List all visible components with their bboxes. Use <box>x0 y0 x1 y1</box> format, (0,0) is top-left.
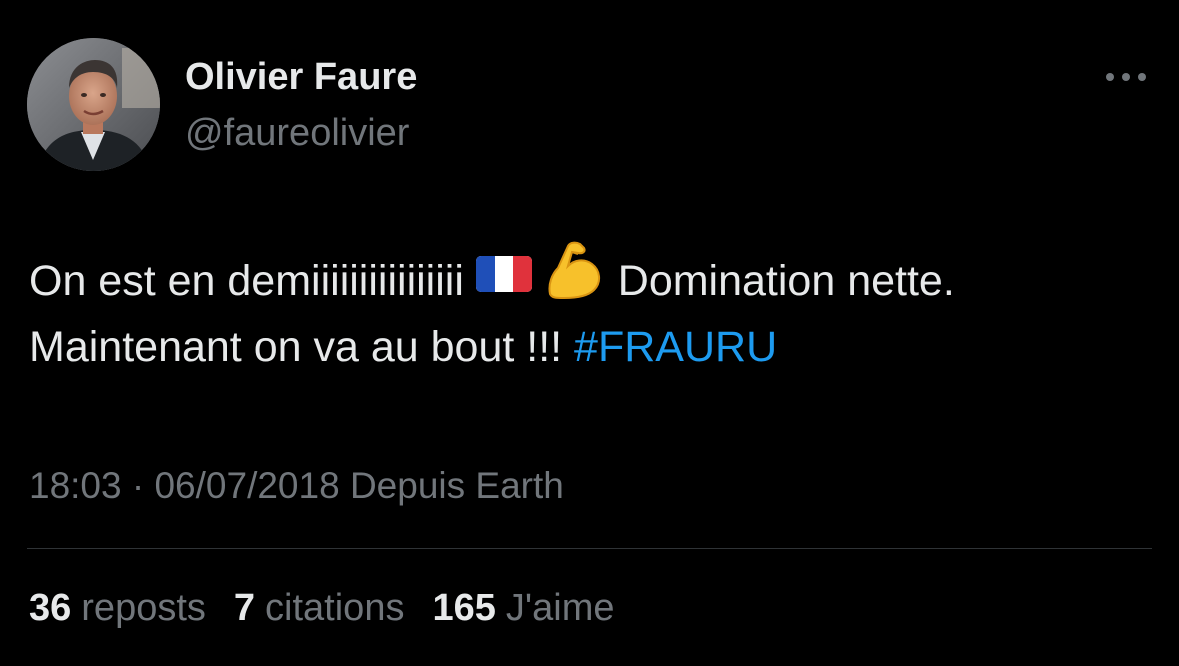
meta-separator: · <box>131 465 145 506</box>
reposts-count: 36 <box>29 587 72 629</box>
flexed-biceps-icon <box>544 238 606 321</box>
tweet-text-part-2: Domination nette. <box>617 256 955 305</box>
tweet-line-1: On est en demiiiiiiiiiiiiiiii Domination… <box>29 241 1159 315</box>
tweet-date[interactable]: 06/07/2018 <box>154 465 339 506</box>
author-handle[interactable]: @faureolivier <box>185 110 409 156</box>
profile-photo <box>27 38 160 171</box>
tweet-source: Depuis Earth <box>349 465 564 506</box>
quotes-count: 7 <box>233 587 256 629</box>
author-name[interactable]: Olivier Faure <box>185 54 417 100</box>
tweet-meta: 18:03 · 06/07/2018 Depuis Earth <box>29 462 564 510</box>
likes-label: J'aime <box>505 587 615 629</box>
tweet-card: Olivier Faure @faureolivier On est en de… <box>0 0 1179 666</box>
tweet-time[interactable]: 18:03 <box>29 465 122 506</box>
tweet-text-part-3: Maintenant on va au bout !!! <box>29 323 563 371</box>
tweet-text-part-1: On est en demiiiiiiiiiiiiiiii <box>29 256 464 305</box>
more-options-button[interactable] <box>1098 60 1154 94</box>
tweet-text: On est en demiiiiiiiiiiiiiiii Domination… <box>29 241 1159 382</box>
tweet-line-2: Maintenant on va au bout !!! #FRAURU <box>29 312 1159 382</box>
quotes-label: citations <box>265 587 405 629</box>
divider <box>27 548 1152 549</box>
flag-france-icon <box>475 245 532 315</box>
reposts-label: reposts <box>81 587 206 629</box>
avatar[interactable] <box>27 38 160 171</box>
hashtag-link[interactable]: #FRAURU <box>574 323 777 371</box>
more-horizontal-icon <box>1106 73 1146 81</box>
likes-count: 165 <box>432 587 496 629</box>
engagement-stats: 36 reposts 7 citations 165 J'aime <box>29 584 614 632</box>
likes-stat[interactable]: 165 J'aime <box>432 584 614 632</box>
quotes-stat[interactable]: 7 citations <box>234 584 405 632</box>
reposts-stat[interactable]: 36 reposts <box>29 584 206 632</box>
